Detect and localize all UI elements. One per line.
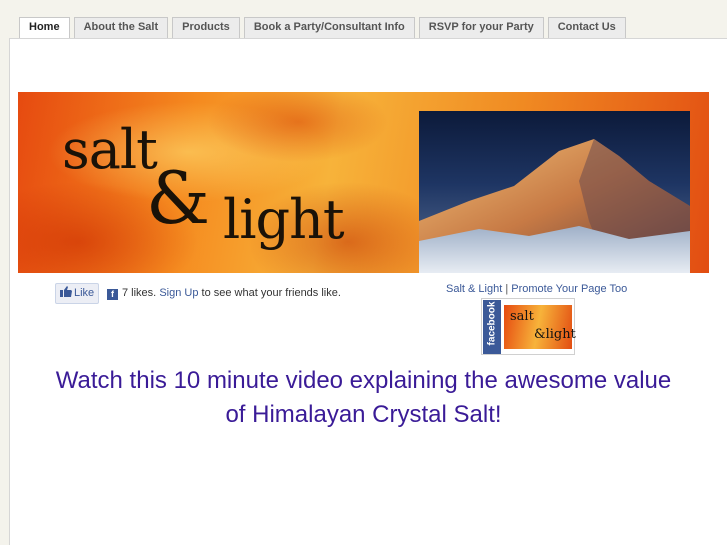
tab-products[interactable]: Products bbox=[172, 17, 240, 38]
link-separator: | bbox=[505, 283, 509, 295]
facebook-like-button[interactable]: Like bbox=[55, 283, 99, 304]
tab-book-a-party[interactable]: Book a Party/Consultant Info bbox=[243, 17, 415, 38]
like-count: 7 likes. bbox=[122, 287, 157, 299]
logo-ampersand: & bbox=[146, 156, 211, 240]
signup-link[interactable]: Sign Up bbox=[159, 287, 198, 299]
badge-thumbnail: salt &light bbox=[504, 305, 576, 349]
tab-contact-us[interactable]: Contact Us bbox=[547, 17, 626, 38]
like-count-text: f 7 likes. Sign Up to see what your frien… bbox=[107, 287, 341, 300]
promote-page-link[interactable]: Promote Your Page Too bbox=[511, 283, 627, 295]
badge-logo-salt: salt bbox=[510, 309, 534, 324]
facebook-icon: f bbox=[107, 289, 118, 300]
main-nav: Home About the Salt Products Book a Part… bbox=[19, 17, 630, 38]
facebook-wordmark: facebook bbox=[486, 301, 498, 346]
like-button-label: Like bbox=[74, 287, 95, 299]
logo-word-salt: salt bbox=[62, 118, 158, 181]
headline-line-2: of Himalayan Crystal Salt! bbox=[225, 401, 502, 428]
thumbs-up-icon bbox=[60, 286, 72, 297]
tab-rsvp[interactable]: RSVP for your Party bbox=[418, 17, 544, 38]
badge-logo-light: &light bbox=[534, 327, 576, 342]
like-suffix: to see what your friends like. bbox=[201, 287, 341, 299]
mountain-photo bbox=[419, 111, 690, 273]
fb-badge-links: Salt & Light | Promote Your Page Too bbox=[446, 283, 627, 295]
headline-line-1: Watch this 10 minute video explaining th… bbox=[55, 367, 672, 394]
facebook-badge[interactable]: facebook salt &light bbox=[481, 298, 576, 355]
video-headline: Watch this 10 minute video explaining th… bbox=[0, 364, 727, 432]
facebook-brand-strip: facebook bbox=[483, 300, 501, 354]
salt-light-page-link[interactable]: Salt & Light bbox=[446, 283, 502, 295]
logo-word-light: light bbox=[223, 188, 345, 251]
header-banner: salt & light bbox=[18, 92, 709, 273]
tab-home[interactable]: Home bbox=[19, 17, 70, 38]
tab-about-the-salt[interactable]: About the Salt bbox=[73, 17, 169, 38]
